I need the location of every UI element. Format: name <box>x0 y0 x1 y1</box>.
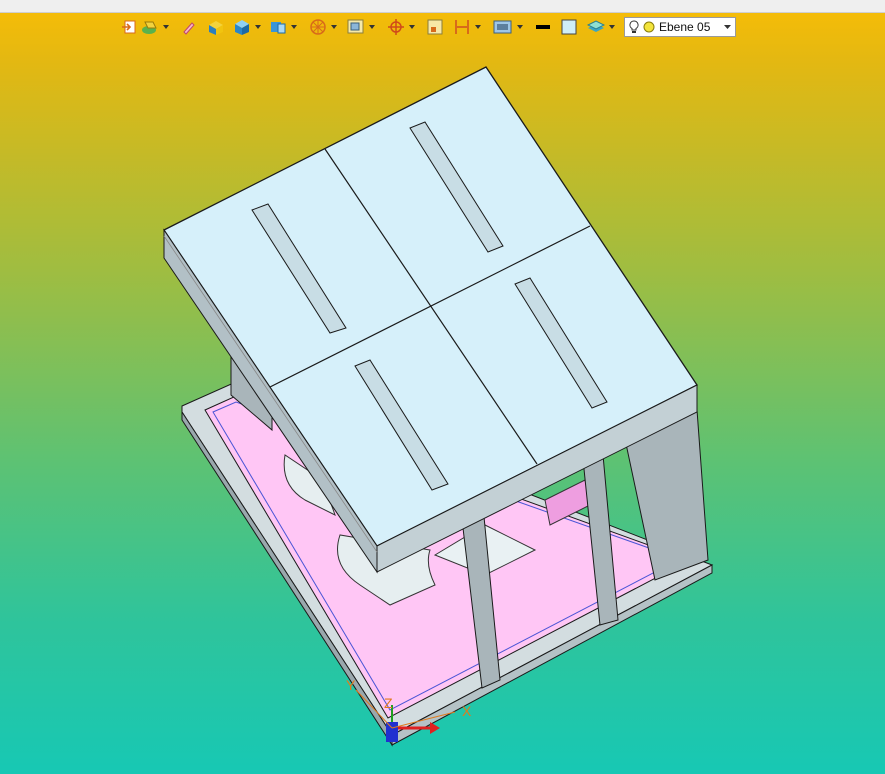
axis-y-label: Y <box>346 677 356 693</box>
zoom-window-icon <box>347 19 364 34</box>
view-cube-button[interactable] <box>268 16 288 38</box>
pen-icon <box>183 22 195 35</box>
zoom-dropdown[interactable] <box>368 16 376 38</box>
view-dropdown[interactable] <box>290 16 298 38</box>
solid-dropdown[interactable] <box>254 16 262 38</box>
main-toolbar: Ebene 05 <box>120 14 736 40</box>
zoom-window-button[interactable] <box>346 16 366 38</box>
render-dropdown[interactable] <box>516 16 524 38</box>
chevron-down-icon <box>331 25 337 29</box>
layer-dot-icon <box>643 21 655 33</box>
import-button[interactable] <box>120 16 138 38</box>
chevron-down-icon <box>517 25 523 29</box>
box-yellow-icon <box>209 21 223 35</box>
chevron-down-icon <box>255 25 261 29</box>
box-blue-icon <box>235 20 249 35</box>
import-icon <box>122 20 136 34</box>
frame-button[interactable] <box>452 16 472 38</box>
dimension-icon <box>427 19 443 35</box>
chevron-down-icon <box>409 25 415 29</box>
sphere-view-button[interactable] <box>308 16 328 38</box>
target-button[interactable] <box>386 16 406 38</box>
solid-box-button[interactable] <box>206 16 226 38</box>
axis-x-label: X <box>462 703 472 719</box>
layers-dropdown[interactable] <box>608 16 616 38</box>
view-cube-icon <box>271 22 286 34</box>
layer-select-value: Ebene 05 <box>659 20 711 34</box>
layers-icon <box>587 20 605 32</box>
fill-color-icon <box>561 19 577 35</box>
chevron-down-icon <box>163 25 169 29</box>
chevron-down-icon <box>609 25 615 29</box>
layers-button[interactable] <box>586 16 606 38</box>
target-dropdown[interactable] <box>408 16 416 38</box>
chevron-down-icon <box>475 25 481 29</box>
material-dropdown[interactable] <box>162 16 170 38</box>
frame-icon <box>455 20 469 34</box>
lightbulb-icon <box>629 20 639 33</box>
material-icon <box>142 21 157 34</box>
fill-color-button[interactable] <box>560 16 578 38</box>
3d-viewport[interactable]: X Y Z <box>0 40 885 774</box>
render-icon <box>493 20 512 34</box>
dimension-button[interactable] <box>426 16 444 38</box>
render-button[interactable] <box>492 16 514 38</box>
sphere-view-icon <box>310 19 326 35</box>
frame-dropdown[interactable] <box>474 16 482 38</box>
solid-blue-button[interactable] <box>232 16 252 38</box>
layer-select[interactable]: Ebene 05 <box>624 17 736 37</box>
chevron-down-icon <box>291 25 297 29</box>
line-color-icon <box>536 25 550 29</box>
chevron-down-icon <box>369 25 375 29</box>
chevron-down-icon <box>724 25 731 29</box>
axis-z-label: Z <box>384 695 393 711</box>
sphere-dropdown[interactable] <box>330 16 338 38</box>
window-top-strip <box>0 0 885 13</box>
material-button[interactable] <box>140 16 160 38</box>
pen-button[interactable] <box>180 16 198 38</box>
line-color-button[interactable] <box>534 16 552 38</box>
target-icon <box>388 19 404 35</box>
